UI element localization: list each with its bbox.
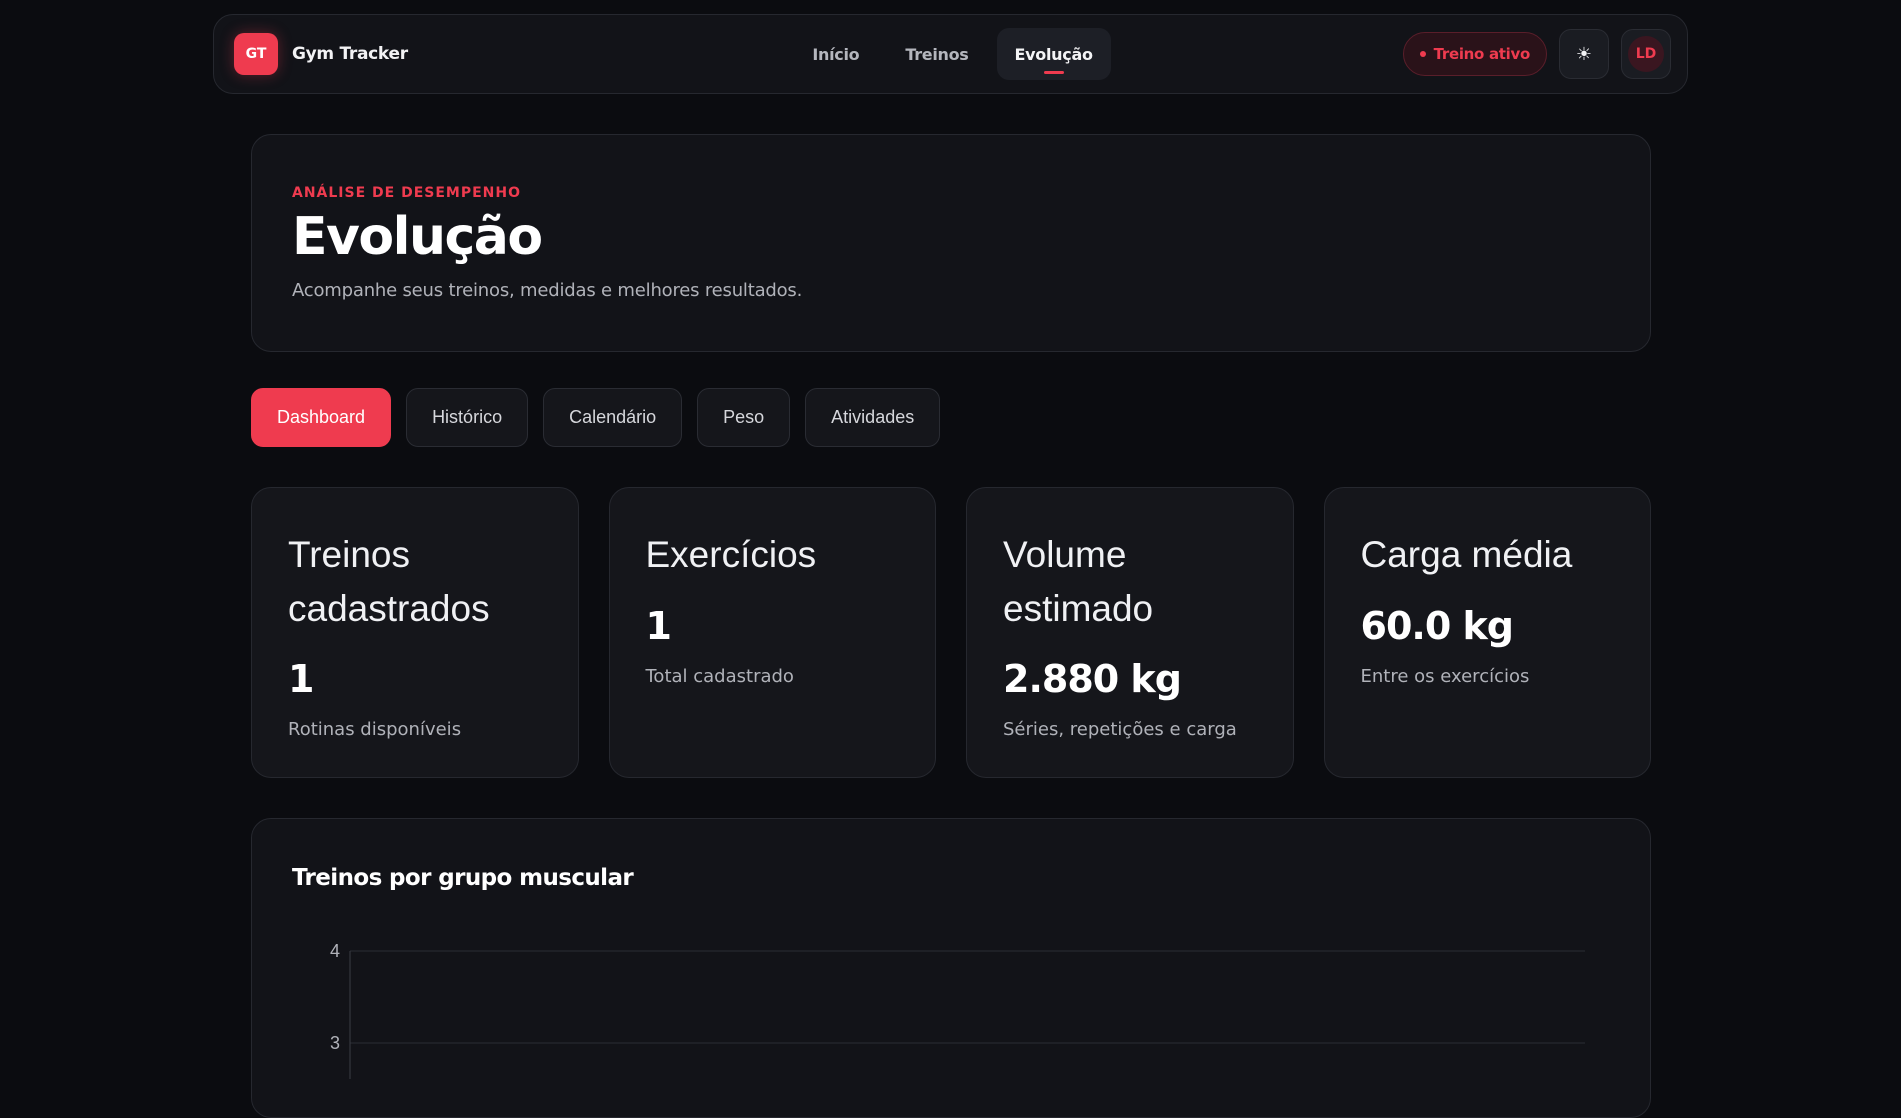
stat-label: Carga média (1360, 534, 1573, 575)
tab-peso[interactable]: Peso (697, 388, 791, 447)
stat-description: Rotinas disponíveis (288, 719, 462, 741)
user-menu-button[interactable]: LD (1621, 29, 1671, 79)
avatar: LD (1628, 36, 1664, 72)
stat-label: Exercícios (645, 534, 817, 575)
nav-link-evolucao[interactable]: Evolução (996, 28, 1111, 80)
stats-grid: Treinos cadastrados 1 Rotinas disponívei… (251, 487, 1651, 778)
y-tick-label: 3 (330, 1033, 340, 1053)
tab-calendario[interactable]: Calendário (543, 388, 683, 447)
stat-value: 2.880 kg (1003, 657, 1182, 702)
theme-toggle-button[interactable]: ☀ (1559, 29, 1609, 79)
nav-link-treinos[interactable]: Treinos (887, 28, 986, 80)
stat-description: Total cadastrado (645, 665, 794, 687)
active-workout-label: Treino ativo (1433, 45, 1531, 63)
stat-value: 1 (645, 603, 672, 648)
chart-card: Treinos por grupo muscular 43 (251, 818, 1651, 1118)
stat-card-treinos: Treinos cadastrados 1 Rotinas disponívei… (251, 487, 579, 778)
stat-card-exercicios: Exercícios 1 Total cadastrado (608, 487, 936, 778)
stat-value: 1 (288, 657, 314, 702)
stat-card-carga: Carga média 60.0 kg Entre os exercícios (1323, 487, 1651, 778)
muscle-group-chart: 43 (330, 941, 1585, 1079)
brand-name: Gym Tracker (292, 44, 408, 64)
stat-description: Séries, repetições e carga (1003, 719, 1237, 741)
stat-description: Entre os exercícios (1360, 665, 1530, 687)
page-eyebrow: ANÁLISE DE DESEMPENHO (292, 185, 522, 201)
tab-atividades[interactable]: Atividades (805, 388, 941, 447)
nav-actions: Treino ativo ☀ LD (1371, 29, 1671, 79)
y-tick-label: 4 (330, 941, 340, 961)
tab-dashboard[interactable]: Dashboard (251, 388, 392, 447)
sun-icon: ☀ (1575, 43, 1593, 65)
tab-historico[interactable]: Histórico (406, 388, 529, 447)
page-subtitle: Acompanhe seus treinos, medidas e melhor… (292, 280, 803, 302)
nav-link-inicio[interactable]: Início (794, 28, 877, 80)
stat-value: 60.0 kg (1360, 603, 1514, 648)
brand-logo: GT (234, 33, 278, 75)
page-title: Evolução (292, 207, 543, 267)
section-tabs: Dashboard Histórico Calendário Peso Ativ… (251, 388, 941, 447)
page-header-card: ANÁLISE DE DESEMPENHO Evolução Acompanhe… (251, 134, 1651, 352)
active-workout-button[interactable]: Treino ativo (1402, 32, 1547, 76)
status-dot-icon (1419, 51, 1426, 57)
stat-label: Treinos cadastrados (288, 534, 490, 629)
brand[interactable]: GT Gym Tracker (234, 33, 534, 75)
stat-card-volume: Volume estimado 2.880 kg Séries, repetiç… (966, 487, 1294, 778)
stat-label: Volume estimado (1003, 534, 1154, 629)
nav-links: Início Treinos Evolução (794, 28, 1111, 80)
top-navbar: GT Gym Tracker Início Treinos Evolução T… (213, 14, 1688, 94)
